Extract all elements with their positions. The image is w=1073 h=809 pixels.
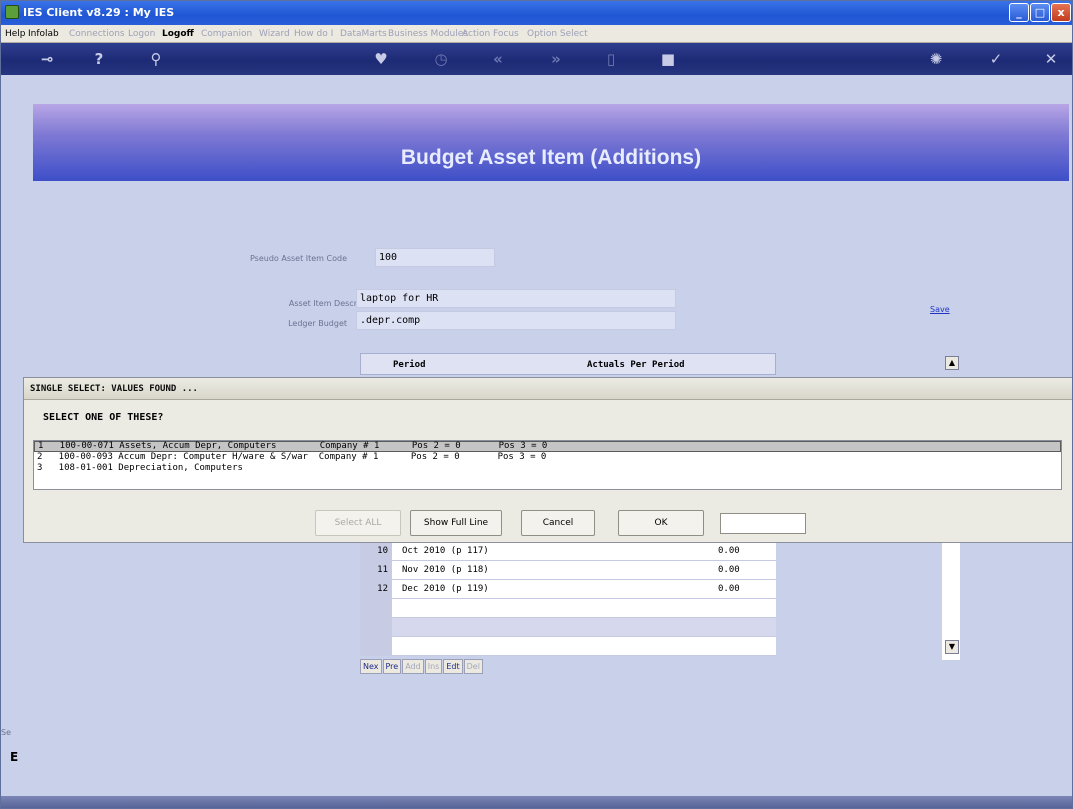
- help-icon[interactable]: ?: [89, 49, 109, 69]
- table-row[interactable]: 10 Oct 2010 (p 117) 0.00: [360, 542, 776, 561]
- period-grid: 10 Oct 2010 (p 117) 0.00 11 Nov 2010 (p …: [360, 542, 776, 656]
- stop-icon[interactable]: ■: [658, 49, 678, 69]
- menu-logoff[interactable]: Logoff: [162, 29, 194, 39]
- row-index: 12: [360, 580, 392, 599]
- list-item-selected[interactable]: 1 100-00-071 Assets, Accum Depr, Compute…: [34, 441, 1061, 452]
- row-index: [360, 599, 392, 618]
- app-icon: [5, 5, 19, 19]
- side-stub-label: Se: [1, 728, 11, 737]
- minimize-button[interactable]: _: [1009, 3, 1029, 22]
- refresh-icon[interactable]: ✺: [926, 49, 946, 69]
- table-row[interactable]: 12 Dec 2010 (p 119) 0.00: [360, 580, 776, 599]
- row-index: 11: [360, 561, 392, 580]
- row-amount[interactable]: 0.00: [718, 584, 740, 594]
- table-row-empty[interactable]: [360, 618, 776, 637]
- cancel-button[interactable]: Cancel: [521, 510, 595, 536]
- heart-icon[interactable]: ♥: [371, 49, 391, 69]
- dialog-search-input[interactable]: [720, 513, 806, 534]
- row-index: [360, 637, 392, 656]
- close-icon[interactable]: ✕: [1041, 49, 1061, 69]
- row-index: [360, 618, 392, 637]
- pages-icon[interactable]: ▯: [601, 49, 621, 69]
- add-button[interactable]: Add: [402, 659, 424, 674]
- checkmark-icon[interactable]: ✓: [986, 49, 1006, 69]
- pseudo-asset-code-label: Pseudo Asset Item Code: [249, 254, 347, 263]
- ies-client-window: IES Client v8.29 : My IES _ □ x Help Inf…: [0, 0, 1073, 809]
- dialog-title: SINGLE SELECT: VALUES FOUND ...: [24, 378, 1072, 400]
- list-item[interactable]: 3 108-01-001 Depreciation, Computers: [34, 463, 1061, 474]
- row-index: 10: [360, 542, 392, 561]
- toolbar: ⊸ ? ⚲ ♥ ◷ « » ▯ ■ ✺ ✓ ✕: [1, 43, 1072, 75]
- maximize-button[interactable]: □: [1030, 3, 1050, 22]
- close-window-button[interactable]: x: [1051, 3, 1071, 22]
- asset-item-descr-label: Asset Item Descr: [288, 299, 357, 308]
- table-row-empty[interactable]: [360, 637, 776, 656]
- grid-scroll-up-button[interactable]: ▲: [945, 356, 959, 370]
- show-full-line-button[interactable]: Show Full Line: [410, 510, 502, 536]
- period-grid-header: Period Actuals Per Period: [360, 353, 776, 375]
- dialog-prompt: SELECT ONE OF THESE?: [43, 412, 164, 423]
- rewind-icon[interactable]: «: [488, 49, 508, 69]
- key-icon[interactable]: ⊸: [31, 49, 63, 69]
- ledger-budget-field[interactable]: .depr.comp: [356, 311, 676, 330]
- row-period: Dec 2010 (p 119): [402, 584, 489, 594]
- actuals-column-header: Actuals Per Period: [587, 360, 685, 370]
- edit-button[interactable]: Edt: [443, 659, 463, 674]
- clock-icon[interactable]: ◷: [431, 49, 451, 69]
- period-column-header: Period: [393, 360, 426, 370]
- window-title: IES Client v8.29 : My IES: [23, 6, 175, 19]
- row-period: Nov 2010 (p 118): [402, 565, 489, 575]
- previous-button[interactable]: Pre: [382, 659, 402, 674]
- menu-connections[interactable]: Connections: [69, 29, 125, 39]
- fast-forward-icon[interactable]: »: [546, 49, 566, 69]
- menu-help[interactable]: Help: [5, 29, 26, 39]
- menu-datamarts[interactable]: DataMarts: [340, 29, 387, 39]
- ledger-budget-label: Ledger Budget: [288, 319, 347, 328]
- page-title: Budget Asset Item (Additions): [400, 146, 702, 169]
- menu-infolab[interactable]: Infolab: [28, 29, 59, 39]
- row-amount[interactable]: 0.00: [718, 546, 740, 556]
- side-stub-letter: E: [10, 750, 19, 764]
- menu-wizard[interactable]: Wizard: [259, 29, 290, 39]
- menu-option-select[interactable]: Option Select: [527, 29, 588, 39]
- next-button[interactable]: Nex: [360, 659, 382, 674]
- pseudo-asset-code-field[interactable]: 100: [375, 248, 495, 267]
- grid-nav-buttons: Nex Pre Add Ins Edt Del: [360, 656, 484, 674]
- save-link[interactable]: Save: [930, 305, 950, 314]
- menu-how-do-i[interactable]: How do I: [294, 29, 333, 39]
- select-all-button[interactable]: Select ALL: [315, 510, 401, 536]
- values-list[interactable]: 1 100-00-071 Assets, Accum Depr, Compute…: [33, 440, 1062, 490]
- status-strip: [1, 796, 1072, 808]
- list-item[interactable]: 2 100-00-093 Accum Depr: Computer H/ware…: [34, 452, 1061, 463]
- single-select-dialog: SINGLE SELECT: VALUES FOUND ... SELECT O…: [23, 377, 1072, 543]
- row-period: Oct 2010 (p 117): [402, 546, 489, 556]
- ok-button[interactable]: OK: [618, 510, 704, 536]
- menu-business-modules[interactable]: Business Modules: [388, 29, 468, 39]
- insert-button[interactable]: Ins: [424, 659, 443, 674]
- grid-scroll-down-button[interactable]: ▼: [945, 640, 959, 654]
- row-amount[interactable]: 0.00: [718, 565, 740, 575]
- page-header-banner: Budget Asset Item (Additions): [33, 104, 1069, 181]
- delete-button[interactable]: Del: [463, 659, 483, 674]
- menu-logon[interactable]: Logon: [128, 29, 155, 39]
- table-row-empty[interactable]: [360, 599, 776, 618]
- title-bar: IES Client v8.29 : My IES _ □ x: [1, 1, 1072, 25]
- search-icon[interactable]: ⚲: [146, 49, 166, 69]
- menu-companion[interactable]: Companion: [201, 29, 252, 39]
- table-row[interactable]: 11 Nov 2010 (p 118) 0.00: [360, 561, 776, 580]
- asset-item-descr-field[interactable]: laptop for HR: [356, 289, 676, 308]
- menu-action-focus[interactable]: Action Focus: [462, 29, 519, 39]
- menu-bar: Help Infolab Connections Logon Logoff Co…: [1, 25, 1072, 43]
